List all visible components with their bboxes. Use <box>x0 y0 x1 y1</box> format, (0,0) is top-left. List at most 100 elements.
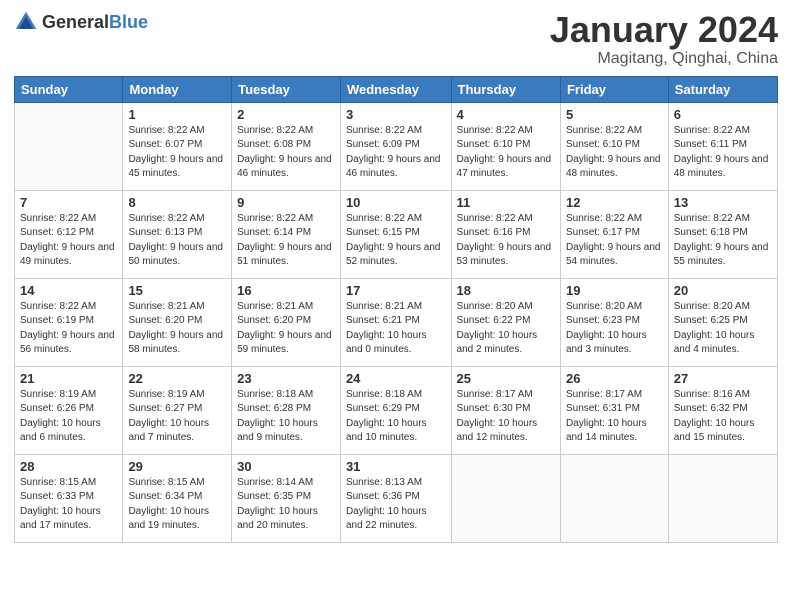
table-row: 30 Sunrise: 8:14 AMSunset: 6:35 PMDayligh… <box>232 454 341 542</box>
day-number: 7 <box>20 195 117 210</box>
table-row: 20Sunrise: 8:20 AMSunset: 6:25 PMDayligh… <box>668 278 777 366</box>
day-number: 14 <box>20 283 117 298</box>
table-row: 8Sunrise: 8:22 AMSunset: 6:13 PMDaylight… <box>123 190 232 278</box>
day-number: 19 <box>566 283 663 298</box>
table-row <box>560 454 668 542</box>
table-row: 5Sunrise: 8:22 AMSunset: 6:10 PMDaylight… <box>560 102 668 190</box>
day-number: 24 <box>346 371 446 386</box>
table-row: 29Sunrise: 8:15 AMSunset: 6:34 PMDayligh… <box>123 454 232 542</box>
calendar-table: Sunday Monday Tuesday Wednesday Thursday… <box>14 76 778 543</box>
calendar-week-row: 28 Sunrise: 8:15 AMSunset: 6:33 PMDayligh… <box>15 454 778 542</box>
day-number: 31 <box>346 459 446 474</box>
day-number: 2 <box>237 107 335 122</box>
day-info: Sunrise: 8:19 AMSunset: 6:27 PMDaylight:… <box>128 388 226 446</box>
title-section: January 2024 Magitang, Qinghai, China <box>550 10 778 68</box>
day-info: Sunrise: 8:21 AMSunset: 6:20 PMDaylight:… <box>128 300 226 358</box>
day-info: Sunrise: 8:22 AMSunset: 6:14 PMDaylight:… <box>237 212 335 270</box>
table-row: 1Sunrise: 8:22 AMSunset: 6:07 PMDaylight… <box>123 102 232 190</box>
table-row: 19 Sunrise: 8:20 AMSunset: 6:23 PMDayligh… <box>560 278 668 366</box>
day-number: 16 <box>237 283 335 298</box>
day-info: Sunrise: 8:22 AMSunset: 6:16 PMDaylight:… <box>457 212 555 270</box>
col-monday: Monday <box>123 76 232 102</box>
day-info: Sunrise: 8:21 AMSunset: 6:20 PMDaylight:… <box>237 300 335 358</box>
day-info: Sunrise: 8:13 AMSunset: 6:36 PMDaylight:… <box>346 476 446 534</box>
logo-general: General <box>42 13 109 31</box>
day-info: Sunrise: 8:22 AMSunset: 6:18 PMDaylight:… <box>674 212 772 270</box>
day-number: 28 <box>20 459 117 474</box>
day-number: 3 <box>346 107 446 122</box>
table-row: 13 Sunrise: 8:22 AMSunset: 6:18 PMDayligh… <box>668 190 777 278</box>
table-row: 16 Sunrise: 8:21 AMSunset: 6:20 PMDayligh… <box>232 278 341 366</box>
day-info: Sunrise: 8:18 AMSunset: 6:29 PMDaylight:… <box>346 388 446 446</box>
day-info: Sunrise: 8:18 AMSunset: 6:28 PMDaylight:… <box>237 388 335 446</box>
table-row: 3 Sunrise: 8:22 AMSunset: 6:09 PMDaylight… <box>340 102 451 190</box>
table-row: 17 Sunrise: 8:21 AMSunset: 6:21 PMDayligh… <box>340 278 451 366</box>
day-info: Sunrise: 8:20 AMSunset: 6:25 PMDaylight:… <box>674 300 772 358</box>
calendar-week-row: 7 Sunrise: 8:22 AMSunset: 6:12 PMDaylight… <box>15 190 778 278</box>
calendar-header-row: Sunday Monday Tuesday Wednesday Thursday… <box>15 76 778 102</box>
month-title: January 2024 <box>550 10 778 50</box>
logo-icon <box>14 10 38 34</box>
table-row: 14Sunrise: 8:22 AMSunset: 6:19 PMDayligh… <box>15 278 123 366</box>
day-number: 10 <box>346 195 446 210</box>
day-info: Sunrise: 8:20 AMSunset: 6:22 PMDaylight:… <box>457 300 555 358</box>
day-info: Sunrise: 8:22 AMSunset: 6:09 PMDaylight:… <box>346 124 446 182</box>
col-friday: Friday <box>560 76 668 102</box>
table-row: 26 Sunrise: 8:17 AMSunset: 6:31 PMDayligh… <box>560 366 668 454</box>
calendar-week-row: 21 Sunrise: 8:19 AMSunset: 6:26 PMDayligh… <box>15 366 778 454</box>
day-info: Sunrise: 8:15 AMSunset: 6:33 PMDaylight:… <box>20 476 117 534</box>
day-number: 13 <box>674 195 772 210</box>
col-sunday: Sunday <box>15 76 123 102</box>
table-row: 25Sunrise: 8:17 AMSunset: 6:30 PMDayligh… <box>451 366 560 454</box>
day-number: 15 <box>128 283 226 298</box>
day-number: 6 <box>674 107 772 122</box>
table-row: 24 Sunrise: 8:18 AMSunset: 6:29 PMDayligh… <box>340 366 451 454</box>
page-header: General Blue January 2024 Magitang, Qing… <box>14 10 778 68</box>
day-number: 29 <box>128 459 226 474</box>
table-row: 18 Sunrise: 8:20 AMSunset: 6:22 PMDayligh… <box>451 278 560 366</box>
day-info: Sunrise: 8:17 AMSunset: 6:31 PMDaylight:… <box>566 388 663 446</box>
logo-blue: Blue <box>109 13 148 31</box>
day-info: Sunrise: 8:19 AMSunset: 6:26 PMDaylight:… <box>20 388 117 446</box>
day-info: Sunrise: 8:22 AMSunset: 6:15 PMDaylight:… <box>346 212 446 270</box>
table-row: 31 Sunrise: 8:13 AMSunset: 6:36 PMDayligh… <box>340 454 451 542</box>
day-info: Sunrise: 8:22 AMSunset: 6:07 PMDaylight:… <box>128 124 226 182</box>
day-number: 17 <box>346 283 446 298</box>
day-number: 9 <box>237 195 335 210</box>
table-row: 10 Sunrise: 8:22 AMSunset: 6:15 PMDayligh… <box>340 190 451 278</box>
day-number: 22 <box>128 371 226 386</box>
table-row: 4Sunrise: 8:22 AMSunset: 6:10 PMDaylight… <box>451 102 560 190</box>
day-number: 18 <box>457 283 555 298</box>
day-info: Sunrise: 8:22 AMSunset: 6:10 PMDaylight:… <box>566 124 663 182</box>
day-info: Sunrise: 8:16 AMSunset: 6:32 PMDaylight:… <box>674 388 772 446</box>
logo: General Blue <box>14 10 148 34</box>
day-info: Sunrise: 8:20 AMSunset: 6:23 PMDaylight:… <box>566 300 663 358</box>
day-info: Sunrise: 8:22 AMSunset: 6:12 PMDaylight:… <box>20 212 117 270</box>
table-row: 6Sunrise: 8:22 AMSunset: 6:11 PMDaylight… <box>668 102 777 190</box>
table-row <box>15 102 123 190</box>
table-row: 7 Sunrise: 8:22 AMSunset: 6:12 PMDaylight… <box>15 190 123 278</box>
table-row: 15 Sunrise: 8:21 AMSunset: 6:20 PMDayligh… <box>123 278 232 366</box>
calendar-week-row: 1Sunrise: 8:22 AMSunset: 6:07 PMDaylight… <box>15 102 778 190</box>
day-number: 26 <box>566 371 663 386</box>
day-number: 30 <box>237 459 335 474</box>
day-info: Sunrise: 8:21 AMSunset: 6:21 PMDaylight:… <box>346 300 446 358</box>
col-thursday: Thursday <box>451 76 560 102</box>
table-row <box>668 454 777 542</box>
day-number: 27 <box>674 371 772 386</box>
col-saturday: Saturday <box>668 76 777 102</box>
table-row: 9 Sunrise: 8:22 AMSunset: 6:14 PMDaylight… <box>232 190 341 278</box>
table-row: 23Sunrise: 8:18 AMSunset: 6:28 PMDayligh… <box>232 366 341 454</box>
day-number: 4 <box>457 107 555 122</box>
day-number: 21 <box>20 371 117 386</box>
table-row: 21 Sunrise: 8:19 AMSunset: 6:26 PMDayligh… <box>15 366 123 454</box>
table-row: 22 Sunrise: 8:19 AMSunset: 6:27 PMDayligh… <box>123 366 232 454</box>
col-wednesday: Wednesday <box>340 76 451 102</box>
day-number: 11 <box>457 195 555 210</box>
day-number: 12 <box>566 195 663 210</box>
table-row: 11 Sunrise: 8:22 AMSunset: 6:16 PMDayligh… <box>451 190 560 278</box>
table-row: 12Sunrise: 8:22 AMSunset: 6:17 PMDayligh… <box>560 190 668 278</box>
table-row: 28 Sunrise: 8:15 AMSunset: 6:33 PMDayligh… <box>15 454 123 542</box>
day-info: Sunrise: 8:14 AMSunset: 6:35 PMDaylight:… <box>237 476 335 534</box>
day-info: Sunrise: 8:17 AMSunset: 6:30 PMDaylight:… <box>457 388 555 446</box>
